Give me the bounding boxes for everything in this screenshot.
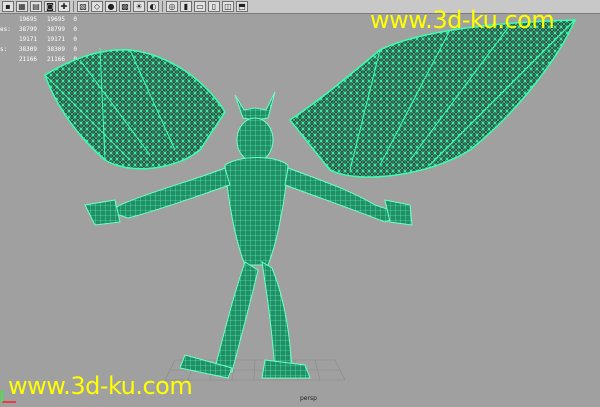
right-wing: [288, 19, 577, 178]
left-wing: [44, 47, 226, 170]
axis-gizmo: [1, 390, 16, 403]
viewport-camera-label: persp: [300, 395, 317, 402]
watermark-bottom: www.3d-ku.com: [8, 372, 193, 400]
watermark-top: www.3d-ku.com: [370, 6, 555, 34]
creature-wireframe-model[interactable]: [0, 0, 600, 407]
